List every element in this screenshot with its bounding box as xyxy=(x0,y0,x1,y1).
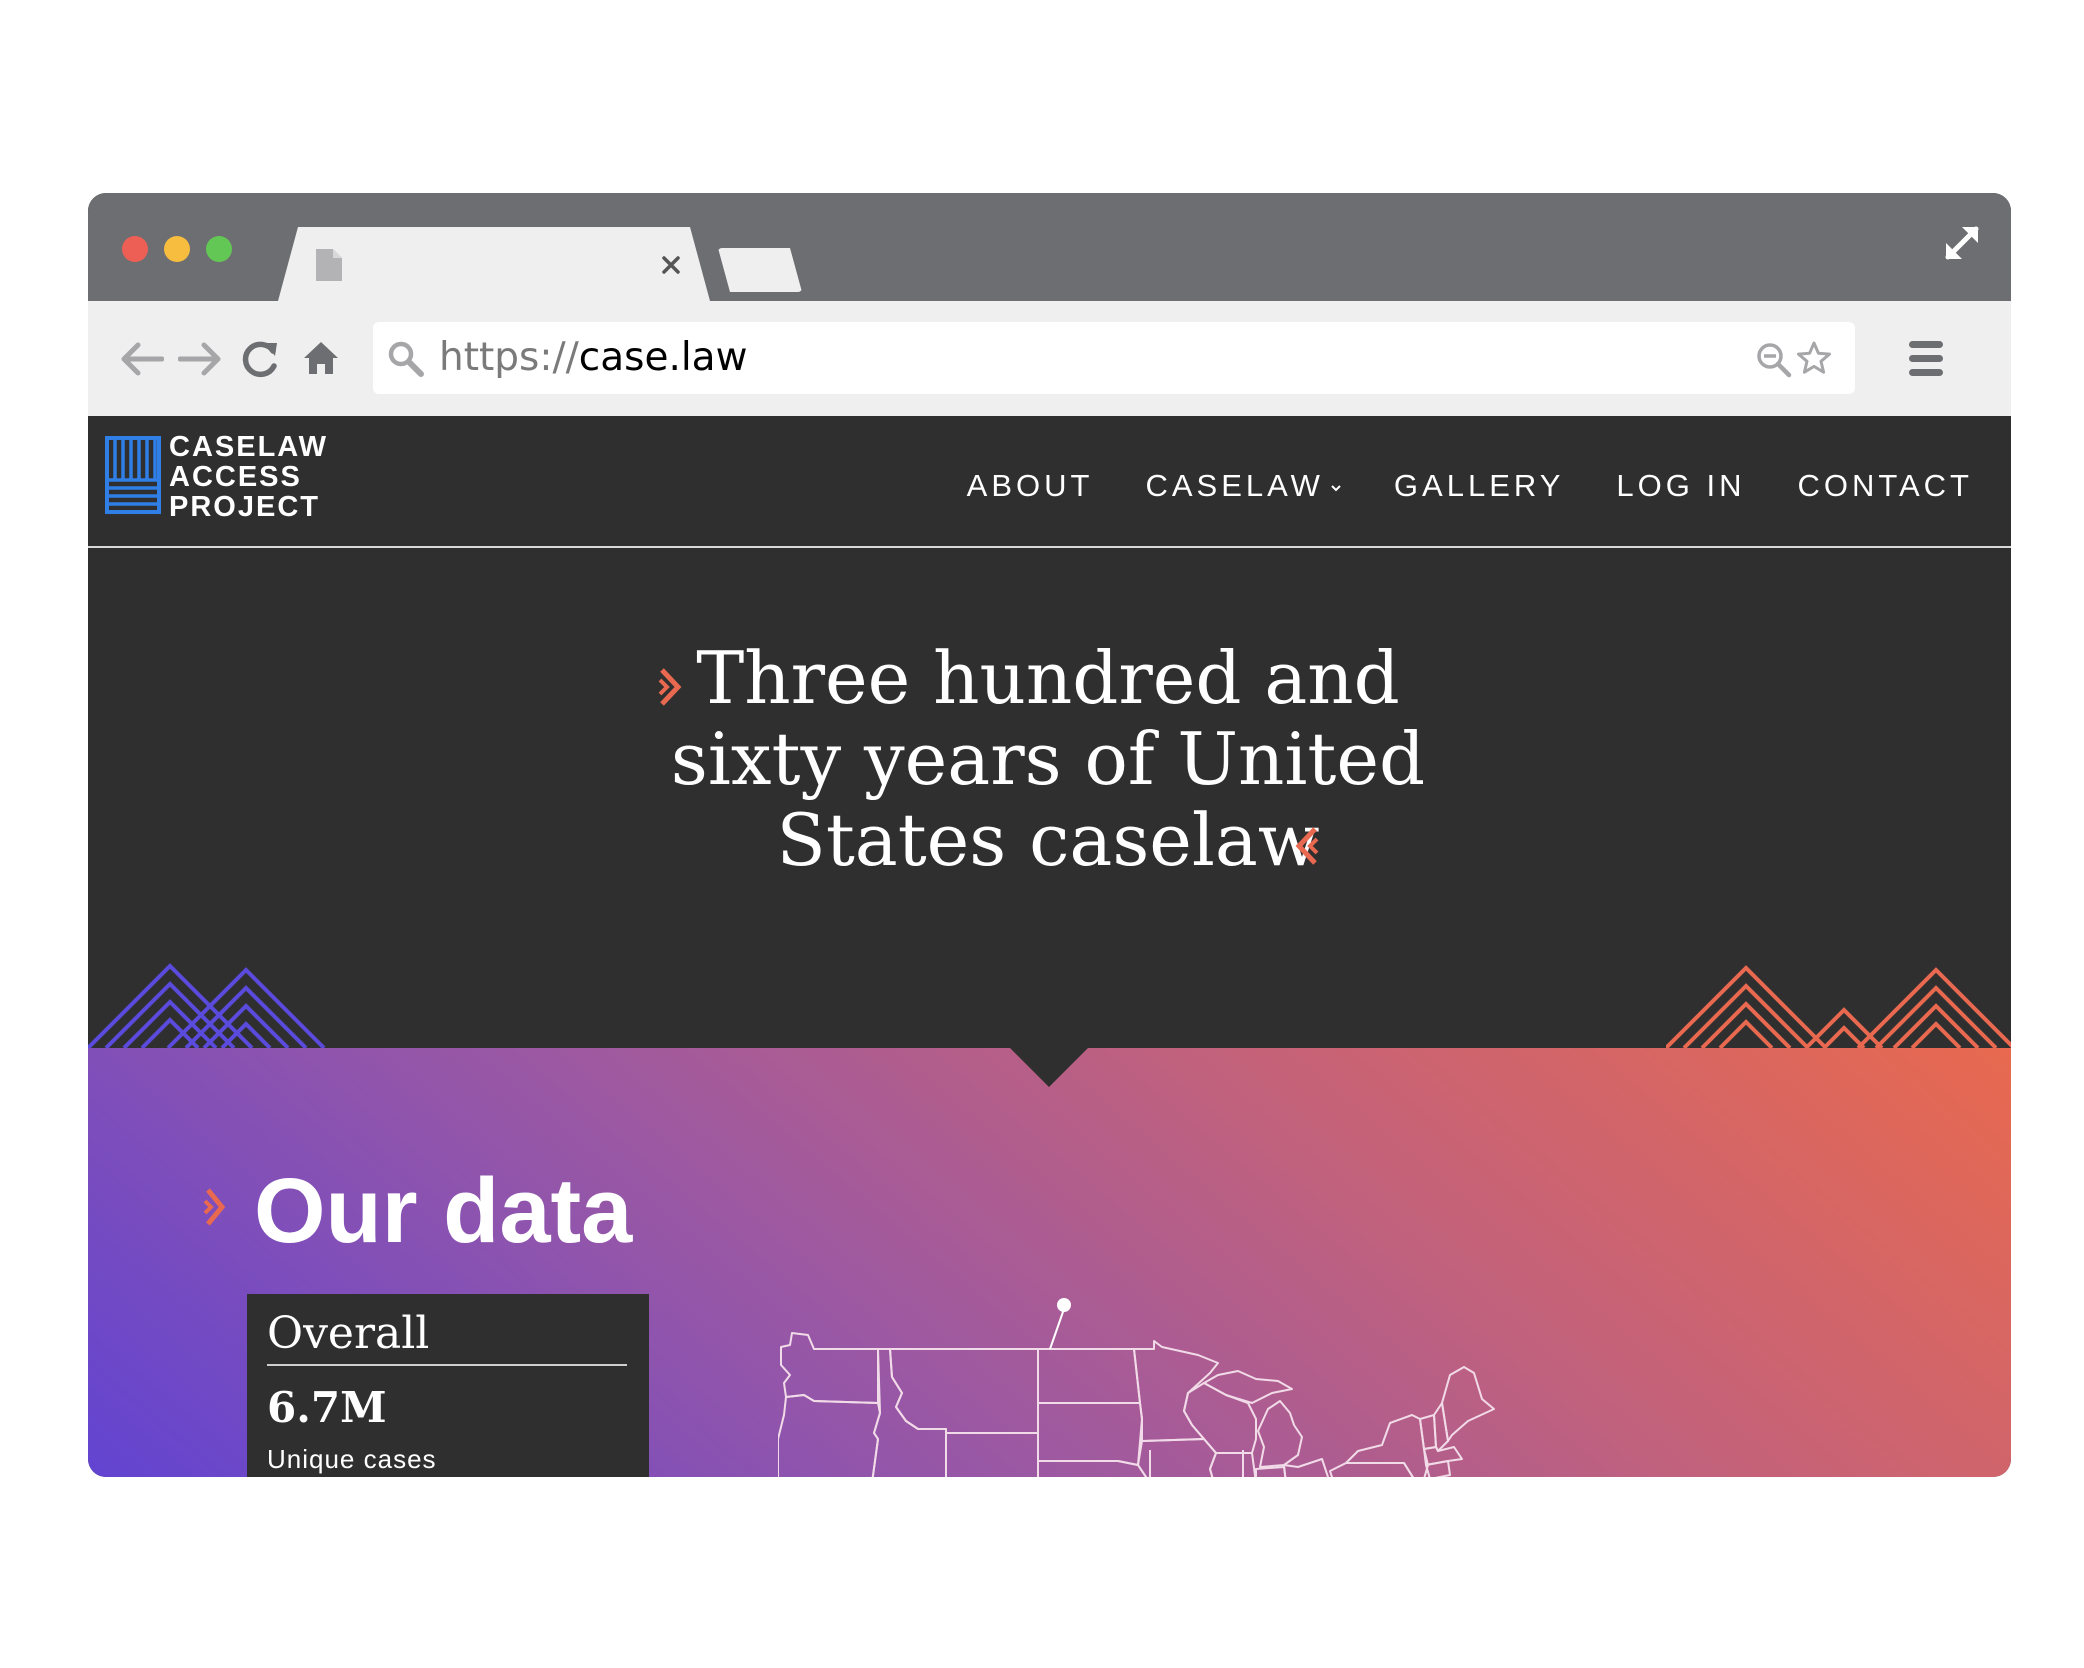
forward-arrow-icon[interactable] xyxy=(178,341,224,377)
section-heading: Our data xyxy=(254,1160,633,1262)
bookmark-star-icon[interactable] xyxy=(1796,340,1832,376)
logo-line-3: PROJECT xyxy=(169,491,320,523)
card-label: Unique cases xyxy=(267,1444,437,1474)
url-protocol: https:// xyxy=(439,335,579,380)
zoom-out-icon[interactable] xyxy=(1756,342,1792,378)
minimize-window-button[interactable] xyxy=(164,236,190,262)
nav-caselaw[interactable]: CASELAW xyxy=(1145,468,1341,504)
browser-tab-bar xyxy=(88,193,2011,301)
hero-section: Three hundred and sixty years of United … xyxy=(88,548,2011,1048)
logo-text[interactable]: CASELAW ACCESS PROJECT xyxy=(169,432,328,522)
url-host: case.law xyxy=(578,335,748,380)
url-text[interactable]: https://case.law xyxy=(439,333,747,383)
hero-headline: Three hundred and sixty years of United … xyxy=(568,638,1528,881)
headline-line-3: States caselaw xyxy=(776,798,1320,882)
chevron-accent-left-icon xyxy=(1295,827,1319,865)
headline-line-1: Three hundred and xyxy=(696,636,1400,720)
headline-line-2: sixty years of United xyxy=(670,717,1426,801)
search-icon xyxy=(388,341,424,377)
logo-line-2: ACCESS xyxy=(169,461,302,493)
data-section: Our data Overall 6.7M Unique cases xyxy=(88,1048,2011,1477)
logo-line-1: CASELAW xyxy=(169,431,328,463)
back-arrow-icon[interactable] xyxy=(118,341,164,377)
home-icon[interactable] xyxy=(302,339,340,377)
browser-toolbar: https://case.law xyxy=(88,301,2011,416)
main-nav: ABOUT CASELAW GALLERY LOG IN CONTACT xyxy=(967,468,1973,504)
chevron-accent-icon xyxy=(203,1188,226,1226)
address-bar[interactable]: https://case.law xyxy=(373,322,1855,394)
page-icon xyxy=(316,249,342,281)
nav-log-in[interactable]: LOG IN xyxy=(1616,468,1745,504)
logo-mark[interactable] xyxy=(105,436,161,514)
close-window-button[interactable] xyxy=(122,236,148,262)
chevron-down-icon xyxy=(1331,485,1341,492)
card-title: Overall xyxy=(267,1308,430,1359)
mountains-left-decoration xyxy=(88,963,326,1048)
map-pin-icon[interactable] xyxy=(1057,1298,1071,1312)
zoom-window-button[interactable] xyxy=(206,236,232,262)
close-tab-icon[interactable] xyxy=(661,255,681,275)
new-tab-button[interactable] xyxy=(718,248,802,292)
fullscreen-icon[interactable] xyxy=(1940,221,1984,265)
us-states-outline xyxy=(778,1298,1495,1477)
section-notch xyxy=(1010,1048,1088,1087)
reload-icon[interactable] xyxy=(241,339,279,379)
mountains-right-decoration xyxy=(1666,965,2011,1048)
card-divider xyxy=(267,1364,627,1366)
nav-gallery[interactable]: GALLERY xyxy=(1394,468,1564,504)
site-header: CASELAW ACCESS PROJECT ABOUT CASELAW GAL… xyxy=(88,416,2011,548)
menu-icon[interactable] xyxy=(1908,339,1944,379)
stats-card: Overall 6.7M Unique cases xyxy=(247,1294,649,1477)
browser-tab[interactable] xyxy=(278,227,710,301)
browser-window: https://case.law CASELAW ACCESS PROJECT … xyxy=(88,193,2011,1477)
card-value: 6.7M xyxy=(267,1383,387,1432)
nav-caselaw-label: CASELAW xyxy=(1145,468,1324,503)
nav-contact[interactable]: CONTACT xyxy=(1797,468,1973,504)
nav-about[interactable]: ABOUT xyxy=(967,468,1094,504)
